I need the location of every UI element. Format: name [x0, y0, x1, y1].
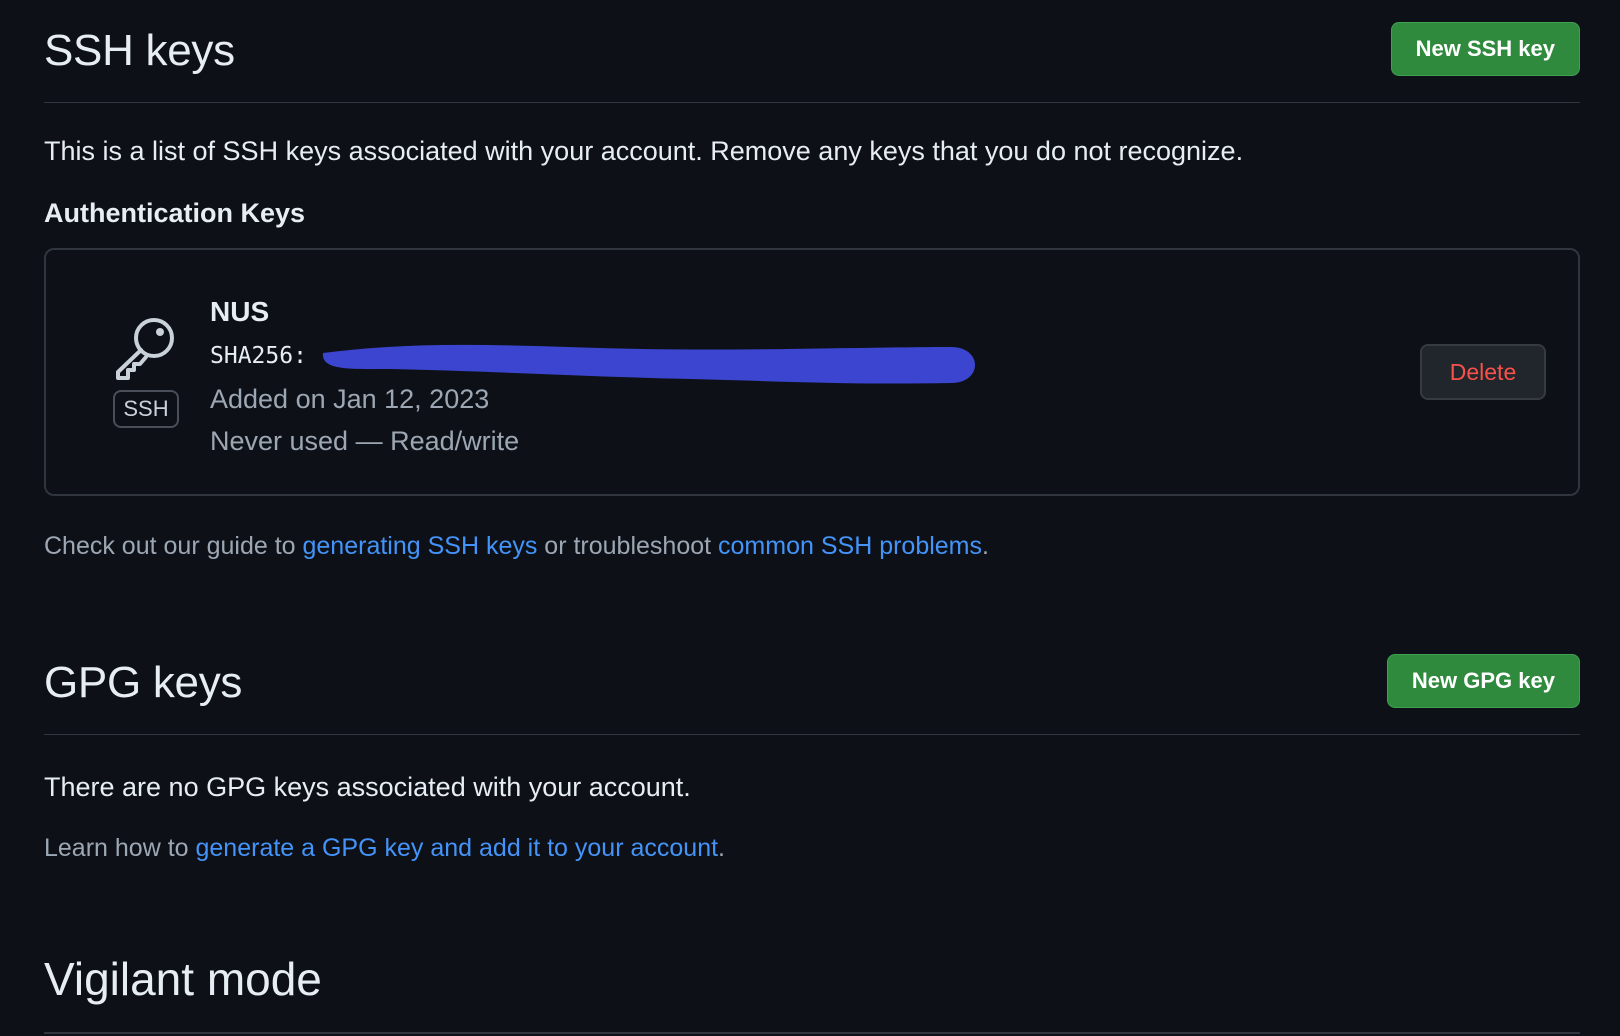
- gpg-section-title: GPG keys: [44, 658, 243, 707]
- delete-key-button[interactable]: Delete: [1420, 344, 1546, 400]
- key-icon: [116, 318, 174, 380]
- gpg-learn-prefix: Learn how to: [44, 834, 196, 862]
- authentication-keys-heading: Authentication Keys: [44, 198, 306, 228]
- vigilant-mode-title: Vigilant mode: [44, 953, 322, 1005]
- ssh-guide-suffix: .: [982, 532, 989, 560]
- gpg-empty-text: There are no GPG keys associated with yo…: [44, 772, 691, 802]
- key-details: NUS SHA256: Added on Jan 12, 2023 Never …: [210, 290, 977, 462]
- settings-keys-page: SSH keys New SSH key This is a list of S…: [44, 0, 1580, 1034]
- gpg-learn-text: Learn how to generate a GPG key and add …: [44, 834, 725, 863]
- key-usage-status: Never used — Read/write: [210, 426, 520, 456]
- common-ssh-problems-link[interactable]: common SSH problems: [718, 532, 982, 560]
- key-fingerprint-prefix: SHA256:: [210, 343, 307, 369]
- key-title: NUS: [210, 296, 270, 327]
- ssh-type-badge: SSH: [113, 390, 179, 429]
- generate-gpg-key-link[interactable]: generate a GPG key and add it to your ac…: [196, 834, 719, 862]
- key-fingerprint-row: SHA256:: [210, 334, 977, 384]
- gpg-learn-suffix: .: [718, 834, 725, 862]
- redaction-scribble: [322, 344, 975, 384]
- gpg-section-header: GPG keys New GPG key: [44, 632, 1580, 735]
- new-ssh-key-button[interactable]: New SSH key: [1390, 22, 1580, 76]
- ssh-guide-prefix: Check out our guide to: [44, 532, 303, 560]
- key-icon-column: SSH: [110, 312, 182, 429]
- vigilant-divider: [44, 1032, 1580, 1034]
- ssh-section-header: SSH keys New SSH key: [44, 0, 1580, 103]
- ssh-description: This is a list of SSH keys associated wi…: [44, 136, 1244, 166]
- ssh-section-title: SSH keys: [44, 26, 235, 75]
- new-gpg-key-button[interactable]: New GPG key: [1386, 654, 1580, 708]
- generating-ssh-keys-link[interactable]: generating SSH keys: [303, 532, 538, 560]
- ssh-guide-text: Check out our guide to generating SSH ke…: [44, 532, 989, 561]
- ssh-guide-middle: or troubleshoot: [537, 532, 719, 560]
- ssh-key-item: SSH NUS SHA256: Added on Jan 12, 2023 Ne…: [44, 248, 1580, 496]
